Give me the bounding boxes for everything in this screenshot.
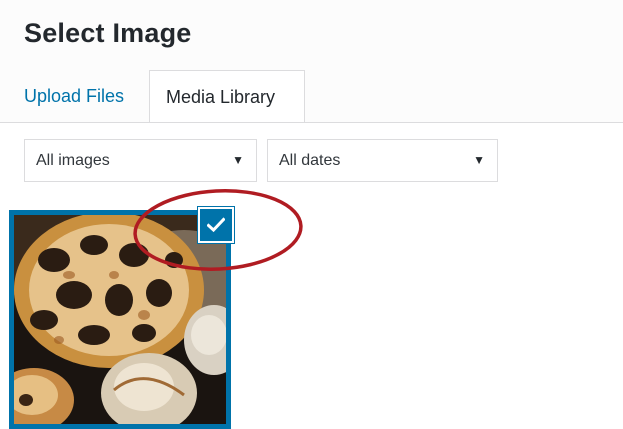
selected-checkmark-button[interactable] (198, 207, 234, 243)
filter-date-select[interactable]: All dates ▼ (267, 139, 498, 182)
tab-media-library[interactable]: Media Library (149, 70, 305, 123)
seed-pod-image (14, 215, 226, 424)
filter-media-type-value: All images (36, 152, 110, 169)
tab-upload-files[interactable]: Upload Files (8, 70, 140, 122)
checkmark-icon (207, 217, 225, 233)
page-title: Select Image (24, 18, 192, 48)
filter-date-value: All dates (279, 152, 341, 169)
dropdown-arrow-icon: ▼ (232, 153, 244, 167)
filter-media-type-select[interactable]: All images ▼ (24, 139, 257, 182)
tabs-divider (0, 122, 623, 123)
dropdown-arrow-icon: ▼ (473, 153, 485, 167)
